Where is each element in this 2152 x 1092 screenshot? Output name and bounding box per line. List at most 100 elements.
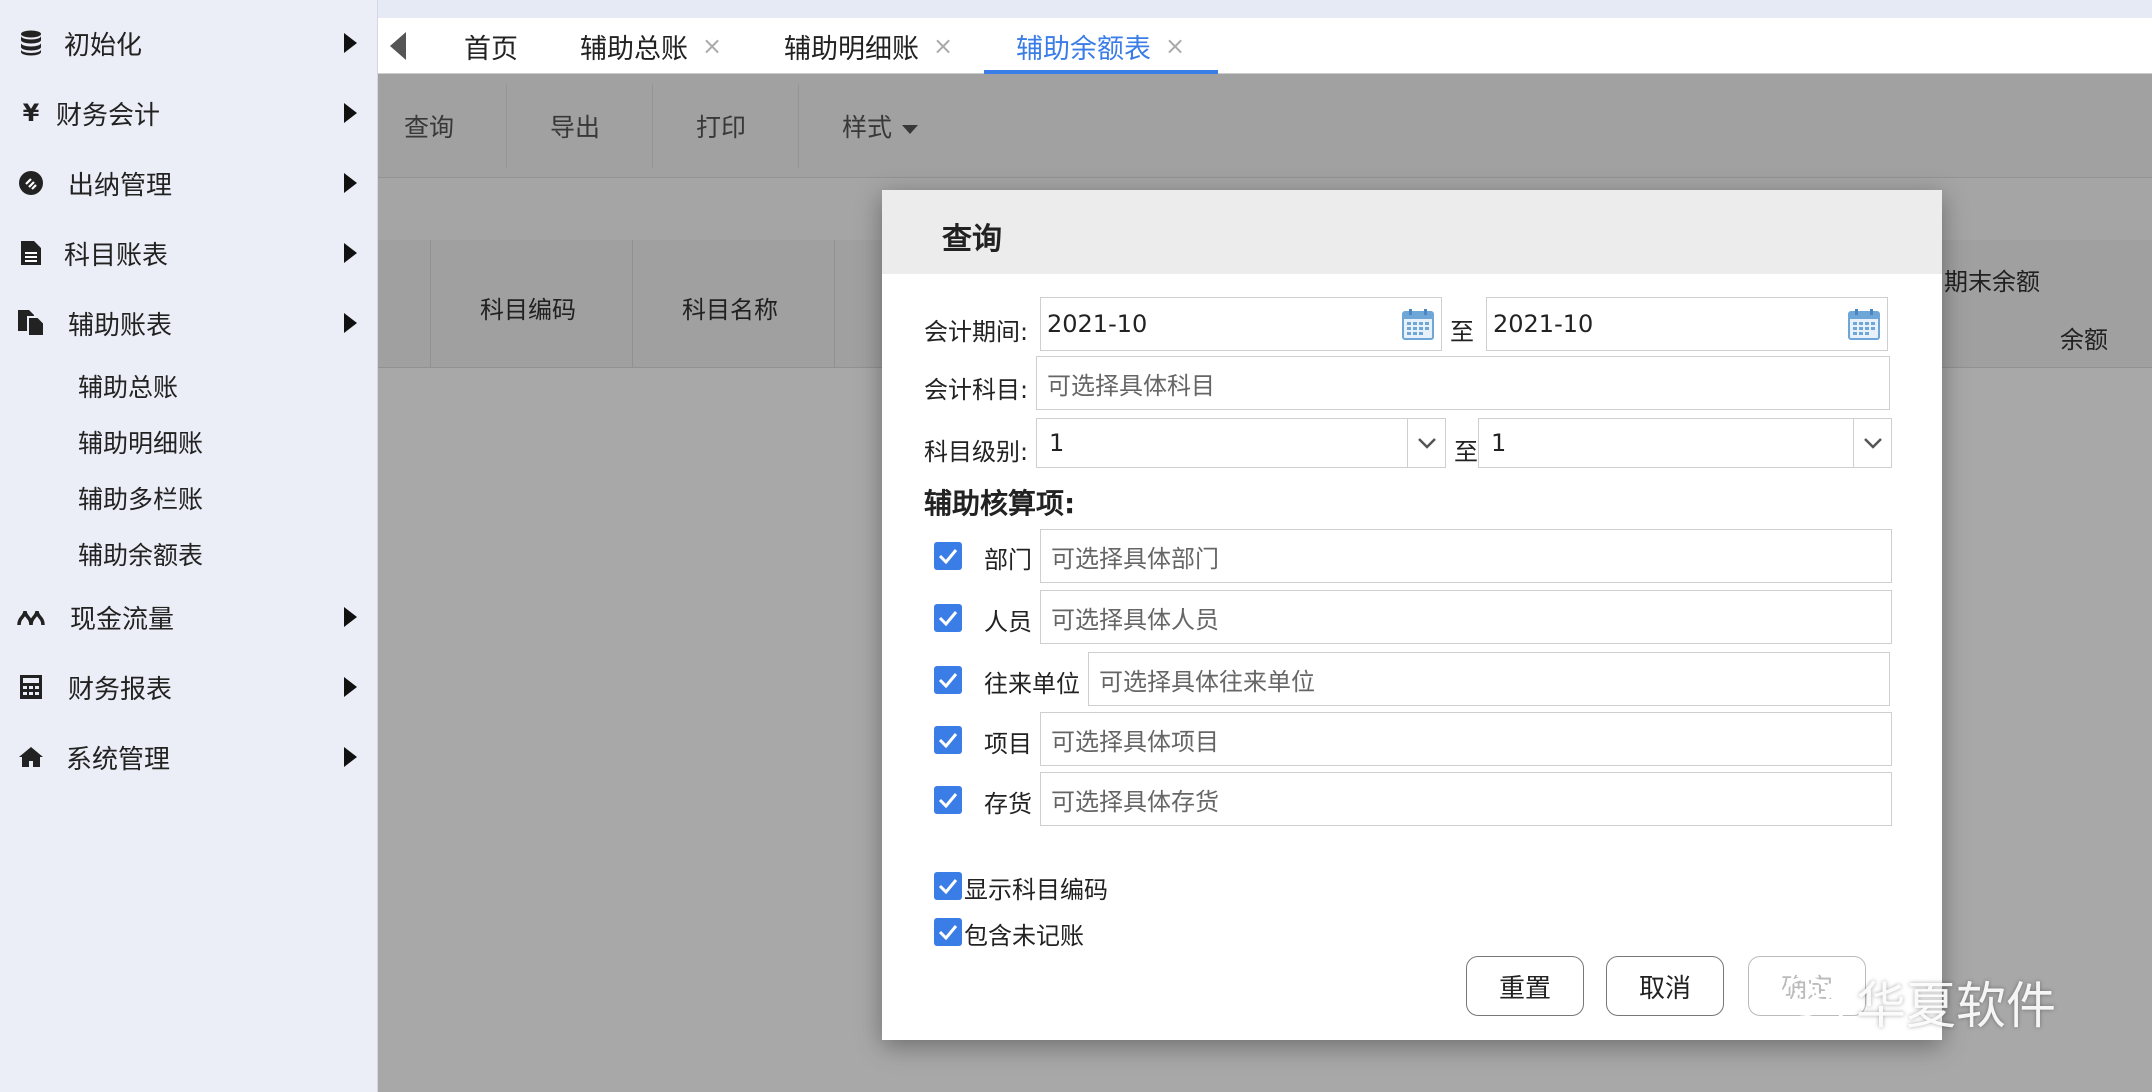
period-to-value: 2021-10 [1493, 310, 1594, 338]
caret-right-icon [344, 677, 357, 697]
caret-right-icon [344, 33, 357, 53]
aux-section-title: 辅助核算项: [924, 487, 1076, 520]
caret-right-icon [344, 103, 357, 123]
sidebar-item-cashflow[interactable]: 现金流量 [0, 586, 378, 648]
tab-scroll-left-icon[interactable] [390, 32, 406, 60]
aux-partner-label: 往来单位 [984, 670, 1080, 698]
subject-placeholder: 可选择具体科目 [1047, 371, 1215, 400]
period-from-input[interactable]: 2021-10 [1040, 297, 1442, 351]
sidebar-item-label: 现金流量 [70, 604, 175, 635]
sidebar-item-aux-ledger[interactable]: 辅助账表 [0, 292, 378, 354]
home-icon [16, 742, 46, 772]
cashflow-icon [16, 602, 46, 632]
tab-label: 辅助总账 [580, 33, 688, 65]
sidebar-subitem-aux-multicol[interactable]: 辅助多栏账 [78, 480, 203, 516]
sidebar: 初始化 ¥ 财务会计 出纳管理 科目账表 辅助账表 辅助总账 辅助明细账 辅助多… [0, 0, 378, 1092]
aux-inventory-input[interactable]: 可选择具体存货 [1040, 772, 1892, 826]
sidebar-subitem-aux-detail[interactable]: 辅助明细账 [78, 424, 203, 460]
aux-project-label: 项目 [984, 730, 1032, 758]
wechat-icon [1782, 976, 1844, 1027]
caret-right-icon [344, 313, 357, 333]
tab-aux-balance[interactable]: 辅助余额表 × [1016, 18, 1185, 74]
sidebar-subitem-aux-balance[interactable]: 辅助余额表 [78, 536, 203, 572]
tab-label: 辅助余额表 [1016, 33, 1151, 65]
sidebar-item-label: 科目账表 [64, 240, 169, 271]
calendar-icon[interactable] [1847, 307, 1881, 341]
period-to-input[interactable]: 2021-10 [1486, 297, 1888, 351]
dialog-title: 查询 [942, 222, 1002, 257]
level-to-select[interactable]: 1 [1478, 418, 1892, 468]
aux-inventory-label: 存货 [984, 790, 1032, 818]
sidebar-subitem-aux-general[interactable]: 辅助总账 [78, 368, 178, 404]
caret-right-icon [344, 243, 357, 263]
chevron-down-icon[interactable] [1407, 419, 1445, 467]
reset-button[interactable]: 重置 [1466, 956, 1584, 1016]
top-strip [378, 0, 2152, 18]
database-icon [16, 28, 46, 58]
sidebar-item-financial-report[interactable]: 财务报表 [0, 656, 378, 718]
chevron-down-icon[interactable] [1853, 419, 1891, 467]
period-to-label: 至 [1450, 318, 1474, 346]
sidebar-item-label: 初始化 [64, 30, 143, 61]
aux-project-input[interactable]: 可选择具体项目 [1040, 712, 1892, 766]
watermark-text: 华夏软件 [1856, 977, 2056, 1035]
aux-dept-checkbox[interactable] [934, 542, 962, 570]
subject-input[interactable]: 可选择具体科目 [1036, 356, 1890, 410]
aux-person-checkbox[interactable] [934, 604, 962, 632]
aux-person-placeholder: 可选择具体人员 [1051, 605, 1219, 634]
sidebar-item-label: 财务报表 [68, 674, 173, 705]
sidebar-item-label: 财务会计 [56, 100, 161, 131]
aux-person-label: 人员 [984, 608, 1032, 636]
period-label: 会计期间: [924, 318, 1029, 346]
sidebar-item-label: 辅助账表 [68, 310, 173, 341]
tab-aux-detail[interactable]: 辅助明细账 × [784, 18, 953, 74]
aux-partner-placeholder: 可选择具体往来单位 [1099, 667, 1315, 696]
close-icon[interactable]: × [933, 32, 953, 60]
tab-label: 辅助明细账 [784, 33, 919, 65]
calendar-icon[interactable] [1401, 307, 1435, 341]
sidebar-item-label: 系统管理 [66, 744, 171, 775]
include-unposted-checkbox[interactable] [934, 918, 962, 946]
tab-label: 首页 [464, 33, 518, 65]
document-icon [16, 238, 46, 268]
aux-person-input[interactable]: 可选择具体人员 [1040, 590, 1892, 644]
subject-label: 会计科目: [924, 376, 1029, 404]
close-icon[interactable]: × [1165, 32, 1185, 60]
tab-aux-general[interactable]: 辅助总账 × [580, 18, 722, 74]
aux-dept-placeholder: 可选择具体部门 [1051, 544, 1219, 573]
dialog-header: 查询 [882, 190, 1942, 274]
sidebar-item-system[interactable]: 系统管理 [0, 726, 378, 788]
tab-home[interactable]: 首页 [464, 18, 518, 74]
sidebar-item-accounting[interactable]: ¥ 财务会计 [0, 82, 378, 144]
query-dialog: 查询 会计期间: 2021-10 至 2021-10 会计科目: 可选择具体科目… [882, 190, 1942, 1040]
level-from-select[interactable]: 1 [1036, 418, 1446, 468]
yen-icon: ¥ [22, 99, 40, 127]
aux-project-checkbox[interactable] [934, 726, 962, 754]
level-to-label: 至 [1454, 438, 1478, 466]
aux-partner-input[interactable]: 可选择具体往来单位 [1088, 652, 1890, 706]
aux-project-placeholder: 可选择具体项目 [1051, 727, 1219, 756]
aux-dept-input[interactable]: 可选择具体部门 [1040, 529, 1892, 583]
aux-partner-checkbox[interactable] [934, 666, 962, 694]
include-unposted-label: 包含未记账 [964, 922, 1084, 950]
show-code-label: 显示科目编码 [964, 876, 1108, 904]
calculator-icon [16, 672, 46, 702]
copy-document-icon [16, 308, 46, 338]
level-from-value: 1 [1049, 429, 1065, 457]
period-from-value: 2021-10 [1047, 310, 1148, 338]
sidebar-item-label: 出纳管理 [68, 170, 173, 201]
cashier-icon [16, 168, 46, 198]
aux-inventory-checkbox[interactable] [934, 786, 962, 814]
cancel-button[interactable]: 取消 [1606, 956, 1724, 1016]
level-label: 科目级别: [924, 438, 1029, 466]
sidebar-item-init[interactable]: 初始化 [0, 12, 378, 74]
sidebar-item-cashier[interactable]: 出纳管理 [0, 152, 378, 214]
aux-inventory-placeholder: 可选择具体存货 [1051, 787, 1219, 816]
sidebar-item-subject-ledger[interactable]: 科目账表 [0, 222, 378, 284]
tab-bar: 首页 辅助总账 × 辅助明细账 × 辅助余额表 × [378, 18, 2152, 74]
close-icon[interactable]: × [702, 32, 722, 60]
show-code-checkbox[interactable] [934, 872, 962, 900]
aux-dept-label: 部门 [984, 546, 1032, 574]
level-to-value: 1 [1491, 429, 1507, 457]
caret-right-icon [344, 747, 357, 767]
